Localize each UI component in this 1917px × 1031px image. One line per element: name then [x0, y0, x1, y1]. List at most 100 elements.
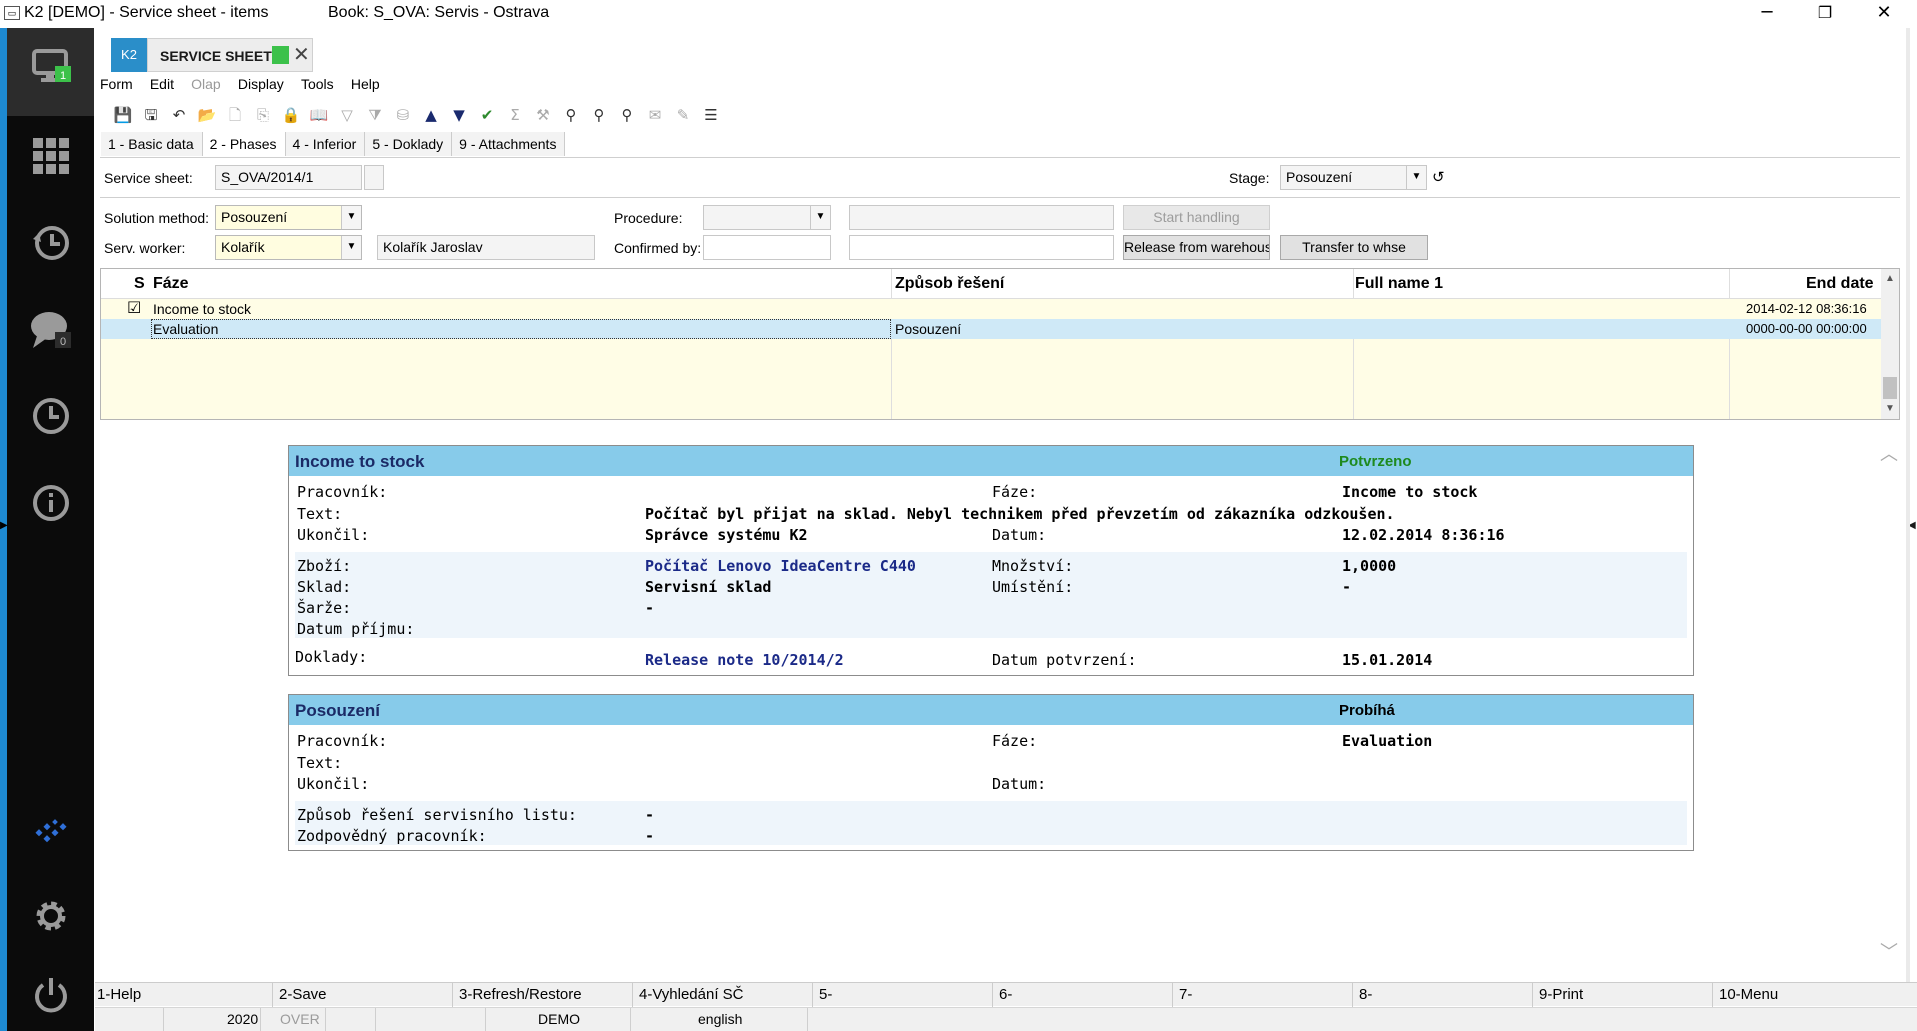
move-down-icon[interactable]: ▼	[448, 104, 470, 126]
edit-doc-icon[interactable]: ✎	[672, 104, 694, 126]
tab-close-icon[interactable]: ✕	[293, 42, 310, 66]
chat-icon[interactable]: 0	[7, 308, 94, 354]
settings-icon[interactable]	[7, 896, 94, 940]
solution-method-select[interactable]: Posouzení ▼	[215, 205, 362, 230]
menu-tools[interactable]: Tools	[301, 76, 334, 92]
procedure-select[interactable]: ▼	[703, 205, 831, 230]
chevron-down-icon[interactable]: ▼	[810, 206, 830, 229]
find-prev-icon[interactable]: ⚲	[616, 104, 638, 126]
table-row[interactable]: ☑ Income to stock 2014-02-12 08:36:16	[101, 298, 1881, 319]
save-as-icon[interactable]: 🖫	[140, 104, 162, 126]
release-note-link[interactable]: Release note 10/2014/2	[645, 651, 844, 669]
release-from-warehouse-button[interactable]: Release from warehouse	[1123, 235, 1270, 260]
grid-header: S Fáze Způsob řešení Full name 1 End dat…	[101, 269, 1881, 299]
tab-inferior[interactable]: 4 - Inferior	[285, 132, 366, 156]
scroll-down-icon[interactable]: ▼	[1885, 403, 1895, 414]
divider	[163, 1008, 164, 1031]
menu-olap[interactable]: Olap	[191, 76, 221, 92]
stack-icon[interactable]: ⛁	[392, 104, 414, 126]
find-icon[interactable]: ⚲	[560, 104, 582, 126]
sum-icon[interactable]: Σ	[504, 104, 526, 126]
history-small-icon[interactable]: ↺	[1432, 168, 1445, 186]
value-zodpovedny: -	[645, 827, 655, 845]
mail-icon[interactable]: ✉	[644, 104, 666, 126]
tab-basic-data[interactable]: 1 - Basic data	[101, 132, 203, 156]
apps-grid-icon[interactable]	[7, 136, 94, 180]
fkey-search[interactable]: 4-Vyhledání SČ	[639, 986, 744, 1003]
fkey-print[interactable]: 9-Print	[1539, 986, 1583, 1003]
hamburger-menu-icon[interactable]: ☰	[700, 104, 722, 126]
checkmark-icon[interactable]: ✔	[476, 104, 498, 126]
tab-phases[interactable]: 2 - Phases	[202, 132, 286, 156]
menu-bar: Form Edit Olap Display Tools Help	[100, 76, 393, 98]
chevron-down-icon[interactable]: ▼	[341, 206, 361, 229]
menu-display[interactable]: Display	[238, 76, 284, 92]
clock-icon[interactable]	[7, 396, 94, 440]
fkey-help[interactable]: 1-Help	[97, 986, 141, 1003]
separator	[100, 197, 1900, 198]
fkey-6[interactable]: 6-	[999, 986, 1012, 1003]
confirmed-by-field[interactable]	[703, 235, 831, 260]
move-up-icon[interactable]: ▲	[420, 104, 442, 126]
fkey-7[interactable]: 7-	[1179, 986, 1192, 1003]
transfer-to-whse-button[interactable]: Transfer to whse	[1280, 235, 1428, 260]
menu-edit[interactable]: Edit	[150, 76, 174, 92]
label-mnozstvi: Množství:	[992, 557, 1074, 575]
find-next-icon[interactable]: ⚲	[588, 104, 610, 126]
menu-form[interactable]: Form	[100, 76, 133, 92]
minimize-button[interactable]: ─	[1738, 0, 1796, 28]
info-icon[interactable]	[7, 483, 94, 527]
tab-doklady[interactable]: 5 - Doklady	[365, 132, 453, 156]
fkey-5[interactable]: 5-	[819, 986, 832, 1003]
service-sheet-extra-field[interactable]	[364, 165, 384, 190]
fkey-8[interactable]: 8-	[1359, 986, 1372, 1003]
col-s[interactable]: S	[134, 275, 145, 293]
open-icon[interactable]: 📂	[196, 104, 218, 126]
confirmed-by-name-field[interactable]	[849, 235, 1114, 260]
scroll-up-icon[interactable]: ▲	[1885, 273, 1895, 284]
save-icon[interactable]: 💾	[112, 104, 134, 126]
service-sheet-field[interactable]: S_OVA/2014/1	[215, 165, 362, 190]
restore-button[interactable]: ❐	[1796, 0, 1854, 28]
status-demo: DEMO	[538, 1011, 580, 1027]
lock-icon[interactable]: 🔒	[280, 104, 302, 126]
history-icon[interactable]	[7, 223, 94, 267]
tab-attachments[interactable]: 9 - Attachments	[452, 132, 566, 156]
detail-scroll-up-icon[interactable]: ︿	[1880, 440, 1898, 466]
col-end-date[interactable]: End date	[1806, 275, 1874, 293]
undo-icon[interactable]: ↶	[168, 104, 190, 126]
menu-help[interactable]: Help	[351, 76, 380, 92]
fkey-save[interactable]: 2-Save	[279, 986, 327, 1003]
copy-icon[interactable]: ⎘	[252, 104, 274, 126]
filter-list-icon[interactable]: ⧩	[364, 104, 386, 126]
tools-icon[interactable]: ⚒	[532, 104, 554, 126]
filter-icon[interactable]: ▽	[336, 104, 358, 126]
book-icon[interactable]: 📖	[308, 104, 330, 126]
procedure-name-field[interactable]	[849, 205, 1114, 230]
col-faze[interactable]: Fáze	[153, 275, 189, 293]
status-bar: 2020 OVER DEMO english	[95, 1007, 1917, 1031]
table-row[interactable]: Evaluation Posouzení 0000-00-00 00:00:00	[101, 319, 1881, 339]
fkey-refresh[interactable]: 3-Refresh/Restore	[459, 986, 582, 1003]
serv-worker-label: Serv. worker:	[104, 240, 186, 256]
scroll-thumb[interactable]	[1883, 377, 1897, 399]
left-edge-arrow-icon[interactable]: ▶	[0, 520, 8, 531]
goods-link[interactable]: Počítač Lenovo IdeaCentre C440	[645, 557, 916, 575]
chevron-down-icon[interactable]: ▼	[341, 236, 361, 259]
close-window-button[interactable]: ✕	[1855, 0, 1913, 28]
power-icon[interactable]	[7, 975, 94, 1019]
col-zpusob-reseni[interactable]: Způsob řešení	[895, 275, 1004, 293]
col-full-name[interactable]: Full name 1	[1355, 275, 1443, 293]
new-record-icon[interactable]: 🗋	[224, 104, 246, 126]
detail-scroll-down-icon[interactable]: ﹀	[1880, 938, 1898, 964]
fkey-menu[interactable]: 10-Menu	[1719, 986, 1778, 1003]
serv-worker-name-field[interactable]: Kolařík Jaroslav	[377, 235, 595, 260]
service-sheets-tab[interactable]: SERVICE SHEETS ✕	[147, 38, 313, 72]
serv-worker-select[interactable]: Kolařík ▼	[215, 235, 362, 260]
start-handling-button[interactable]: Start handling	[1123, 205, 1270, 230]
monitor-icon[interactable]: 1	[7, 48, 94, 90]
chevron-down-icon[interactable]: ▼	[1406, 166, 1426, 189]
stage-select[interactable]: Posouzení ▼	[1280, 165, 1427, 190]
cell-faze: Evaluation	[153, 321, 219, 337]
grid-scrollbar[interactable]: ▲ ▼	[1881, 269, 1899, 419]
